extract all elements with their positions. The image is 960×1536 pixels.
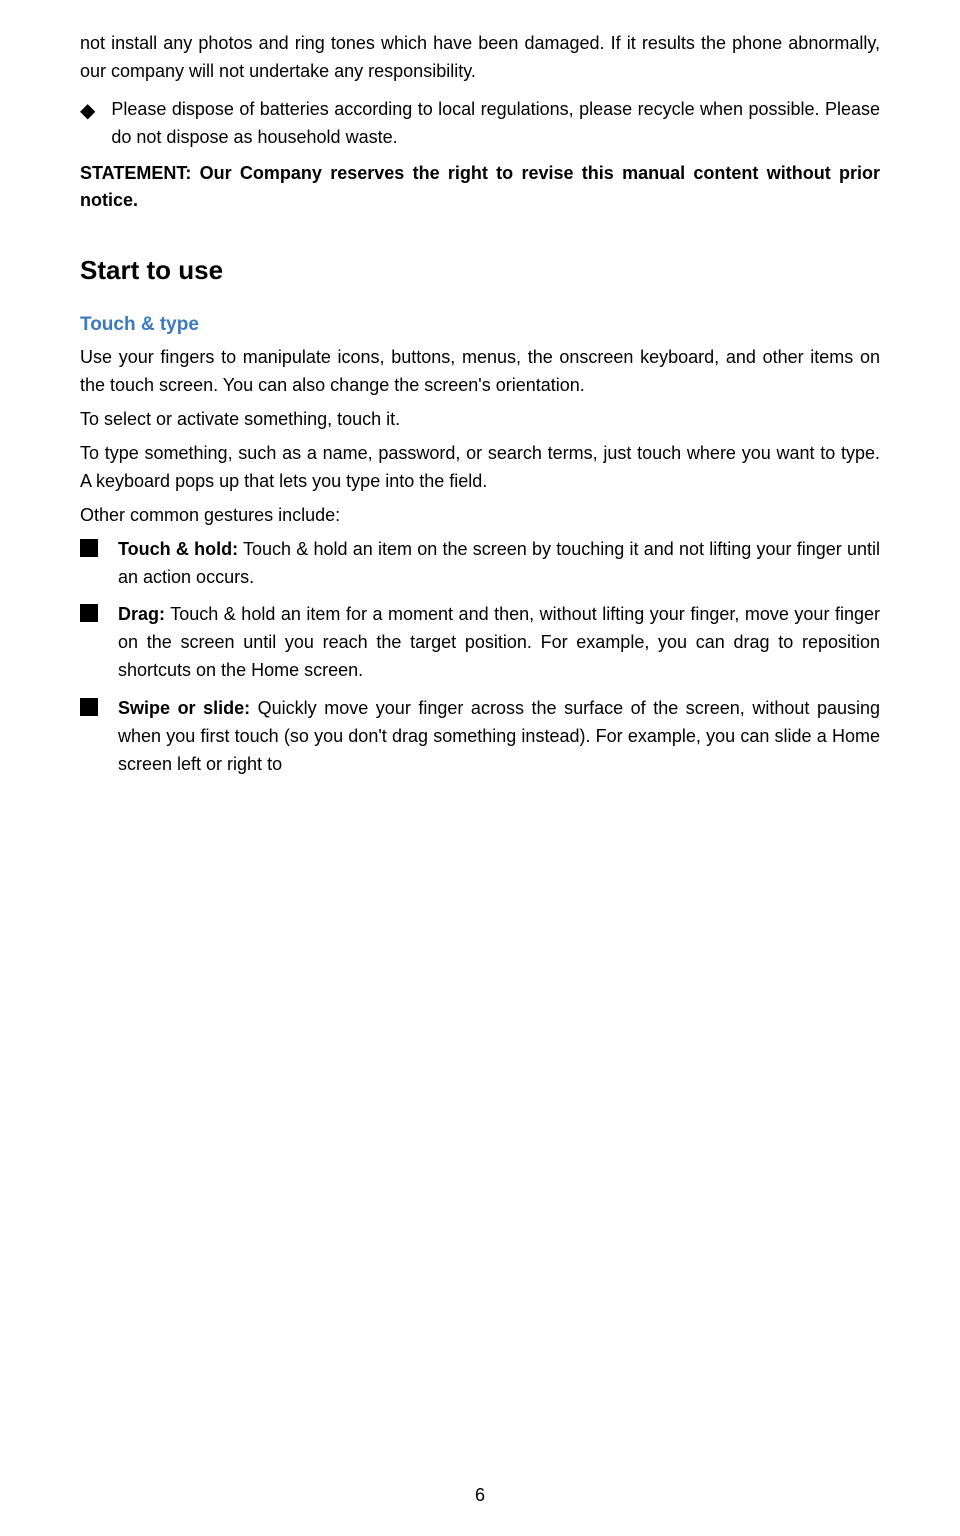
square-bullet-icon-2: [80, 604, 98, 622]
page-number: 6: [475, 1485, 485, 1505]
body-para1: Use your fingers to manipulate icons, bu…: [80, 344, 880, 400]
start-to-use-section: Start to use Touch & type Use your finge…: [80, 255, 880, 778]
drag-text: Drag: Touch & hold an item for a moment …: [118, 601, 880, 685]
swipe-label: Swipe or slide:: [118, 698, 250, 718]
top-para1: not install any photos and ring tones wh…: [80, 30, 880, 86]
body-para2: To select or activate something, touch i…: [80, 406, 880, 434]
drag-detail: Touch & hold an item for a moment and th…: [118, 604, 880, 680]
list-item-touch-hold: Touch & hold: Touch & hold an item on th…: [80, 536, 880, 592]
touch-hold-label: Touch & hold:: [118, 539, 238, 559]
diamond-bullet-item: ◆ Please dispose of batteries according …: [80, 96, 880, 152]
top-section: not install any photos and ring tones wh…: [80, 30, 880, 215]
body-para4: Other common gestures include:: [80, 502, 880, 530]
statement-text: STATEMENT: Our Company reserves the righ…: [80, 160, 880, 216]
body-para3: To type something, such as a name, passw…: [80, 440, 880, 496]
statement-bold: STATEMENT: Our Company reserves the righ…: [80, 163, 880, 211]
diamond-bullet-text: Please dispose of batteries according to…: [111, 96, 880, 152]
page-container: not install any photos and ring tones wh…: [0, 0, 960, 1536]
section-heading: Start to use: [80, 255, 880, 286]
touch-hold-text: Touch & hold: Touch & hold an item on th…: [118, 536, 880, 592]
gesture-list: Touch & hold: Touch & hold an item on th…: [80, 536, 880, 779]
page-number-container: 6: [0, 1485, 960, 1506]
list-item-drag: Drag: Touch & hold an item for a moment …: [80, 601, 880, 685]
swipe-text: Swipe or slide: Quickly move your finger…: [118, 695, 880, 779]
drag-label: Drag:: [118, 604, 165, 624]
square-bullet-icon-3: [80, 698, 98, 716]
square-bullet-icon-1: [80, 539, 98, 557]
touch-type-subsection: Touch & type Use your fingers to manipul…: [80, 314, 880, 778]
list-item-swipe: Swipe or slide: Quickly move your finger…: [80, 695, 880, 779]
subsection-heading: Touch & type: [80, 314, 880, 336]
diamond-icon: ◆: [80, 98, 95, 123]
